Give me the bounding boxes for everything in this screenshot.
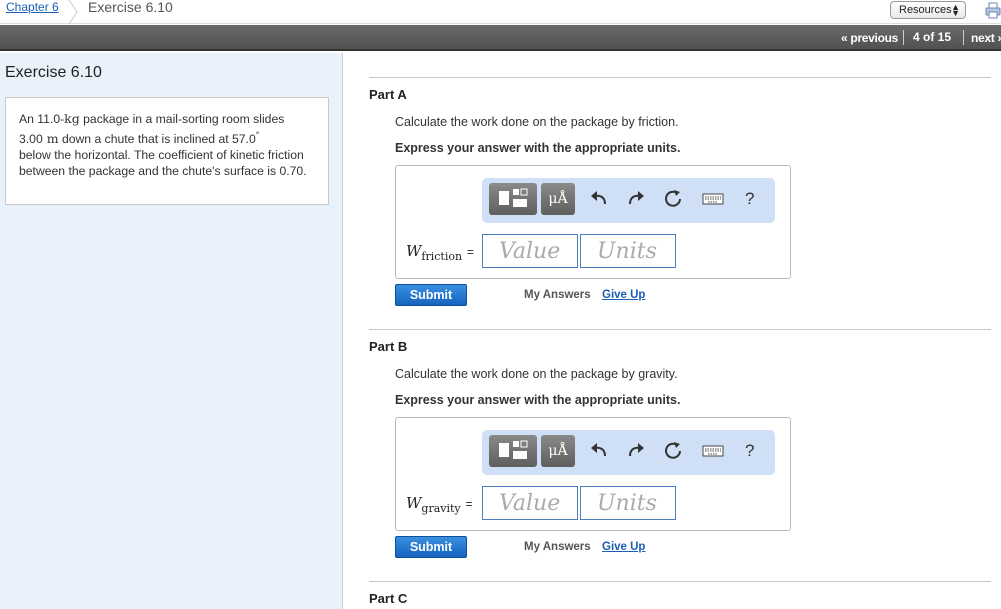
- templates-button[interactable]: [489, 183, 537, 215]
- breadcrumb-chapter-link[interactable]: Chapter 6: [6, 0, 59, 14]
- part-a-instruction: Express your answer with the appropriate…: [395, 141, 681, 155]
- equals-sign: =: [466, 245, 474, 259]
- templates-button[interactable]: [489, 435, 537, 467]
- redo-icon[interactable]: [625, 188, 647, 210]
- undo-icon[interactable]: [588, 440, 610, 462]
- units-symbols-button[interactable]: μÅ: [541, 435, 575, 467]
- problem-panel: Exercise 6.10 An 11.0-kg package in a ma…: [0, 53, 343, 609]
- nav-divider: [903, 30, 904, 45]
- problem-text: An 11.0-: [19, 112, 65, 126]
- value-input[interactable]: Value: [482, 234, 578, 268]
- undo-icon[interactable]: [588, 188, 610, 210]
- my-answers-link[interactable]: My Answers: [524, 541, 591, 553]
- nav-divider: [963, 30, 964, 45]
- part-b-instruction: Express your answer with the appropriate…: [395, 393, 681, 407]
- keyboard-icon[interactable]: [702, 188, 724, 210]
- degree-symbol: °: [255, 130, 260, 140]
- equals-sign: =: [465, 497, 473, 511]
- units-input[interactable]: Units: [580, 486, 676, 520]
- math-toolbar: μÅ ?: [482, 178, 775, 223]
- print-icon[interactable]: [985, 2, 1001, 19]
- variable-label: Wgravity =: [406, 494, 472, 515]
- unit-kg: kg: [64, 111, 80, 126]
- problem-statement: An 11.0-kg package in a mail-sorting roo…: [5, 97, 329, 205]
- previous-link[interactable]: « previous: [841, 31, 898, 45]
- submit-button[interactable]: Submit: [395, 284, 467, 306]
- part-c-title[interactable]: Part C: [369, 591, 407, 606]
- part-a-title[interactable]: Part A: [369, 87, 407, 102]
- breadcrumb-separator-icon: [68, 0, 78, 24]
- part-a-answer-box: μÅ ? Wfriction = Value Units: [395, 165, 791, 279]
- problem-text: package in a mail-sorting room slides: [79, 112, 285, 126]
- problem-text: down a chute that is inclined at 57.0: [58, 132, 256, 147]
- reset-icon[interactable]: [662, 440, 684, 462]
- part-a-question: Calculate the work done on the package b…: [395, 115, 679, 129]
- divider: [369, 329, 991, 330]
- unit-m: m: [42, 131, 59, 147]
- variable-label: Wfriction =: [406, 242, 474, 263]
- give-up-link[interactable]: Give Up: [602, 289, 645, 301]
- units-symbols-button[interactable]: μÅ: [541, 183, 575, 215]
- help-icon[interactable]: ?: [745, 441, 754, 461]
- variable-symbol: W: [406, 494, 422, 512]
- top-bar: Chapter 6 Exercise 6.10 Resources ▲ ▼: [0, 0, 1001, 24]
- variable-subscript: friction: [421, 250, 463, 263]
- give-up-link[interactable]: Give Up: [602, 541, 645, 553]
- updown-arrows-icon: ▲ ▼: [951, 2, 960, 18]
- divider: [369, 581, 991, 582]
- variable-subscript: gravity: [421, 502, 461, 515]
- templates-icon: [499, 188, 528, 207]
- problem-text: below the horizontal. The coefficient of…: [19, 148, 307, 179]
- math-toolbar: μÅ ?: [482, 430, 775, 475]
- nav-bar: « previous 4 of 15 next »: [0, 25, 1001, 51]
- variable-symbol: W: [406, 242, 422, 260]
- templates-icon: [499, 440, 528, 459]
- breadcrumb-current: Exercise 6.10: [88, 0, 173, 15]
- part-b-answer-box: μÅ ? Wgravity = Value Units: [395, 417, 791, 531]
- units-input[interactable]: Units: [580, 234, 676, 268]
- help-icon[interactable]: ?: [745, 189, 754, 209]
- resources-label: Resources: [899, 4, 952, 16]
- keyboard-icon[interactable]: [702, 440, 724, 462]
- problem-text: 3.00: [19, 132, 43, 147]
- part-b-question: Calculate the work done on the package b…: [395, 367, 678, 381]
- next-link[interactable]: next »: [971, 31, 1001, 45]
- submit-button[interactable]: Submit: [395, 536, 467, 558]
- value-input[interactable]: Value: [482, 486, 578, 520]
- redo-icon[interactable]: [625, 440, 647, 462]
- divider: [369, 77, 991, 78]
- part-b-title[interactable]: Part B: [369, 339, 407, 354]
- item-counter: 4 of 15: [913, 30, 952, 44]
- resources-dropdown[interactable]: Resources ▲ ▼: [890, 1, 966, 19]
- exercise-title: Exercise 6.10: [5, 64, 102, 81]
- my-answers-link[interactable]: My Answers: [524, 289, 591, 301]
- reset-icon[interactable]: [662, 188, 684, 210]
